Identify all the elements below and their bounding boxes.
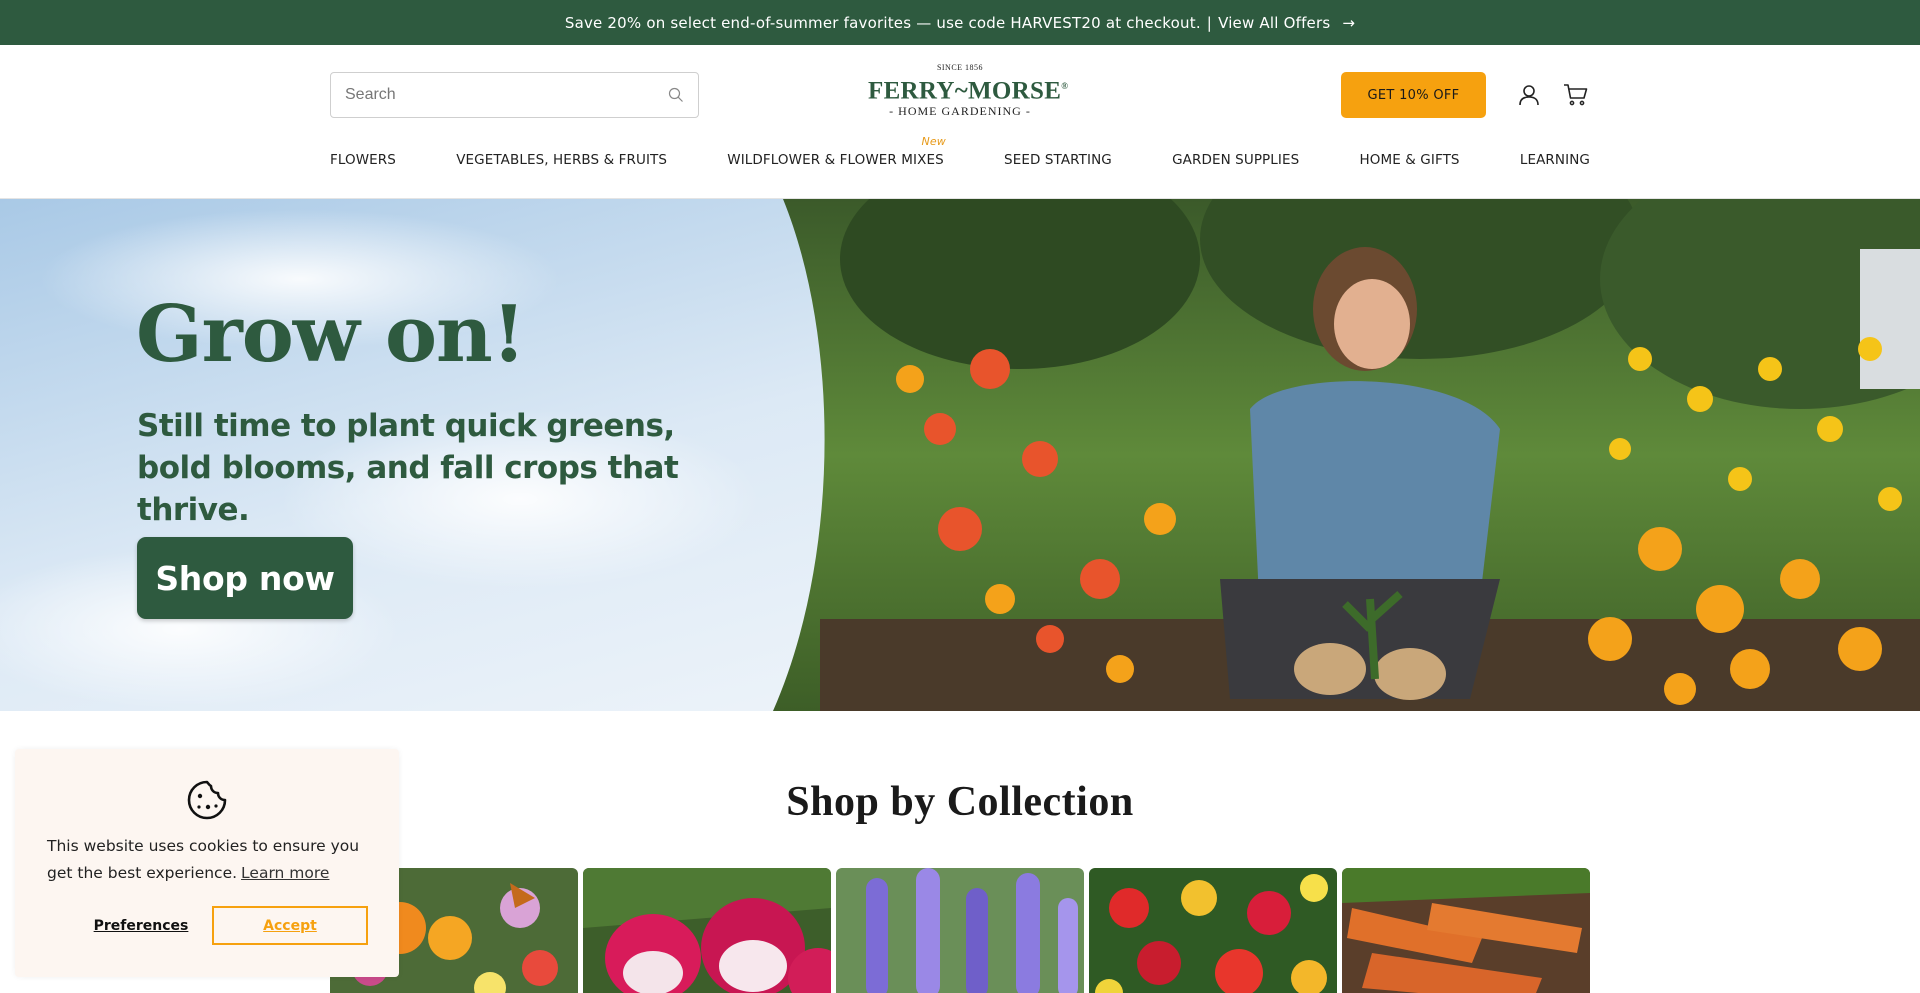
nav-item-wildflower[interactable]: WILDFLOWER & FLOWER MIXES New — [727, 135, 945, 168]
nav-item-label: VEGETABLES, HERBS & FRUITS — [456, 152, 668, 168]
logo-tagline: - HOME GARDENING - — [889, 104, 1031, 119]
nav-item-label: LEARNING — [1519, 152, 1590, 168]
shopping-cart-icon — [1564, 84, 1588, 106]
new-badge: New — [921, 135, 946, 148]
cookie-message: This website uses cookies to ensure you … — [47, 833, 377, 887]
logo-brand-text: FERRY~MORSE — [868, 77, 1062, 105]
nav-item-label: FLOWERS — [330, 152, 396, 168]
zinnia-image — [1089, 868, 1337, 993]
collection-tiles — [330, 868, 1590, 993]
person-icon — [1519, 85, 1539, 106]
logo-since: SINCE 1856 — [936, 63, 984, 72]
hero-subtitle-line-1: Still time to plant quick greens, — [137, 408, 675, 444]
search-icon[interactable] — [668, 87, 684, 103]
cookie-preferences-button[interactable]: Preferences — [65, 907, 217, 945]
main-navigation: FLOWERS VEGETABLES, HERBS & FRUITS WILDF… — [330, 135, 1590, 168]
search-box[interactable] — [330, 72, 699, 118]
cart-icon[interactable] — [1562, 81, 1590, 109]
lupine-image — [836, 868, 1084, 993]
nav-item-label: HOME & GIFTS — [1359, 152, 1460, 168]
hero-subtitle: Still time to plant quick greens, bold b… — [137, 405, 757, 531]
nav-item-flowers[interactable]: FLOWERS — [330, 152, 396, 168]
nav-item-learning[interactable]: LEARNING — [1520, 152, 1590, 168]
nav-item-vegetables[interactable]: VEGETABLES, HERBS & FRUITS — [456, 152, 667, 168]
shop-now-button[interactable]: Shop now — [137, 537, 353, 619]
nav-item-label: GARDEN SUPPLIES — [1172, 152, 1300, 168]
logo-brand: FERRY~MORSE® — [868, 73, 1068, 104]
hero-subtitle-line-2: bold blooms, and fall crops that thrive. — [137, 450, 679, 528]
get-discount-button[interactable]: GET 10% OFF — [1341, 72, 1486, 118]
nav-item-seed-starting[interactable]: SEED STARTING — [1004, 152, 1112, 168]
collection-tile-zinnias[interactable] — [1089, 868, 1337, 993]
nav-item-label: WILDFLOWER & FLOWER MIXES — [727, 152, 944, 168]
cookie-consent-banner: This website uses cookies to ensure you … — [15, 749, 399, 977]
announcement-separator: | — [1206, 13, 1213, 32]
collection-tile-carrots[interactable] — [1342, 868, 1590, 993]
nav-item-label: SEED STARTING — [1004, 152, 1112, 168]
learn-more-link[interactable]: Learn more — [241, 864, 329, 882]
cookie-icon — [187, 780, 227, 820]
collection-tile-radishes[interactable] — [583, 868, 831, 993]
announcement-text: Save 20% on select end-of-summer favorit… — [564, 13, 1201, 32]
account-icon[interactable] — [1515, 81, 1543, 109]
arrow-right-icon[interactable]: → — [1342, 14, 1355, 32]
hero-banner: Grow on! Still time to plant quick green… — [0, 199, 1920, 711]
carrot-image — [1342, 868, 1590, 993]
nav-item-garden-supplies[interactable]: GARDEN SUPPLIES — [1172, 152, 1299, 168]
radish-image — [583, 868, 831, 993]
brand-logo[interactable]: SINCE 1856 FERRY~MORSE® - HOME GARDENING… — [868, 63, 1068, 119]
site-header: SINCE 1856 FERRY~MORSE® - HOME GARDENING… — [0, 45, 1920, 199]
view-all-offers-link[interactable]: View All Offers — [1218, 14, 1330, 32]
nav-item-home-gifts[interactable]: HOME & GIFTS — [1360, 152, 1460, 168]
search-input[interactable] — [345, 86, 668, 104]
announcement-bar: Save 20% on select end-of-summer favorit… — [0, 0, 1920, 45]
logo-registered-mark: ® — [1061, 81, 1069, 91]
cookie-accept-button[interactable]: Accept — [212, 906, 368, 945]
hero-title: Grow on! — [136, 289, 526, 380]
collection-tile-lupines[interactable] — [836, 868, 1084, 993]
